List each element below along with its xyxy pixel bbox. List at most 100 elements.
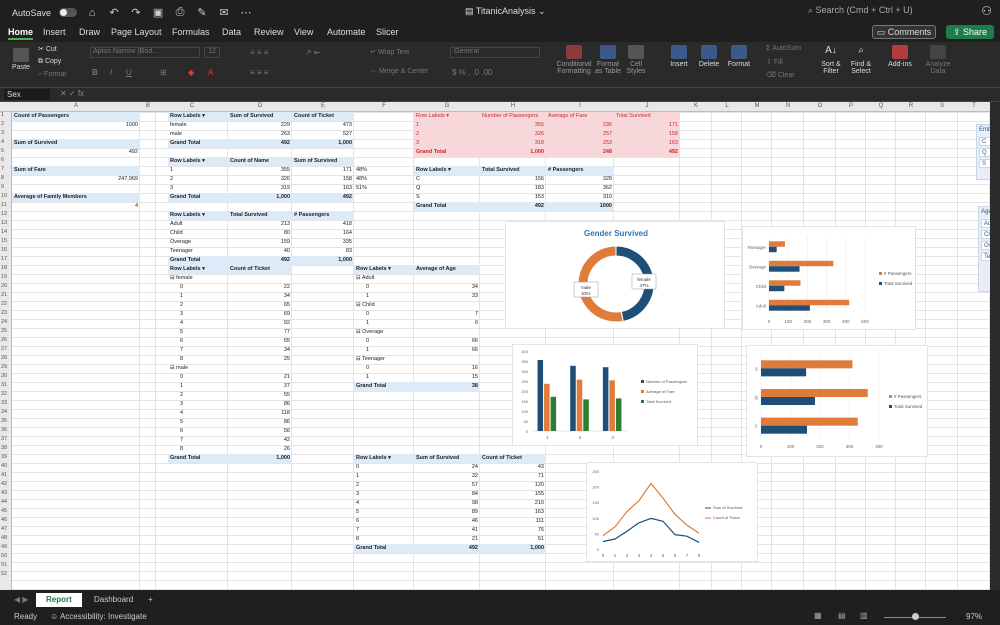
grand-total-cell[interactable]: Grand Total xyxy=(414,148,480,157)
survival-percent-cell[interactable]: 51% xyxy=(354,184,394,193)
pivot-cell[interactable]: 362 xyxy=(546,184,614,193)
row-header-17[interactable]: 17 xyxy=(1,256,7,262)
pivot-cell[interactable]: 253 xyxy=(546,139,614,148)
row-header-45[interactable]: 45 xyxy=(1,508,7,514)
tab-slicer[interactable]: Slicer xyxy=(376,27,399,37)
undo-icon[interactable]: ↶ xyxy=(107,6,121,19)
grand-total-cell[interactable]: 1,000 xyxy=(292,256,354,265)
tab-draw[interactable]: Draw xyxy=(79,27,100,37)
row-header-5[interactable]: 5 xyxy=(1,148,4,154)
pivot-cell[interactable]: 86 xyxy=(228,400,292,409)
pivot-header[interactable]: # Passengers xyxy=(292,211,354,220)
pivot-header[interactable]: Row Labels ▾ xyxy=(414,112,480,121)
tab-nav-arrows-icon[interactable]: ◀ ▶ xyxy=(4,593,39,607)
pivot-cell[interactable]: 319 xyxy=(228,184,292,193)
grand-total-cell[interactable]: 492 xyxy=(228,139,292,148)
pivot-cell[interactable]: 213 xyxy=(228,220,292,229)
row-header-39[interactable]: 39 xyxy=(1,454,7,460)
bold-icon[interactable]: B xyxy=(92,68,98,77)
cut-button[interactable]: ✂ Cut xyxy=(38,45,57,53)
pivot-cell[interactable]: 33 xyxy=(414,292,480,301)
row-header-19[interactable]: 19 xyxy=(1,274,7,280)
pivot-cell[interactable]: 1 xyxy=(168,166,228,175)
pivot-cell[interactable]: 7 xyxy=(178,436,228,445)
pivot-cell[interactable]: 32 xyxy=(414,472,480,481)
pivot-cell[interactable]: 34 xyxy=(228,292,292,301)
pivot-cell[interactable]: 257 xyxy=(546,130,614,139)
summary-survived-label[interactable]: Sum of Survived xyxy=(12,139,140,148)
pivot-header[interactable]: Sum of Survived xyxy=(228,112,292,121)
pivot-cell[interactable]: 319 xyxy=(480,139,546,148)
pivot-cell[interactable]: S xyxy=(414,193,480,202)
row-header-11[interactable]: 11 xyxy=(1,202,7,208)
pivot-cell[interactable]: 156 xyxy=(480,175,546,184)
row-header-1[interactable]: 1 xyxy=(1,112,4,118)
row-header-21[interactable]: 21 xyxy=(1,292,7,298)
column-header-C[interactable]: C xyxy=(190,103,194,109)
worksheet[interactable]: ABCDEFGHIJKLMNOPQRST 1 2 3 4 5 6 7 8 9 10 11 12 13 14… xyxy=(0,102,990,590)
pivot-cell[interactable]: 92 xyxy=(228,319,292,328)
row-header-20[interactable]: 20 xyxy=(1,283,7,289)
grand-total-cell[interactable]: 1,000 xyxy=(292,139,354,148)
pivot-cell[interactable]: 1 xyxy=(364,292,414,301)
age-group-bar-chart[interactable]: 0 100 200 300 400 500 Adult Child Overage Teenage… xyxy=(742,226,916,330)
row-header-50[interactable]: 50 xyxy=(1,553,7,559)
row-header-23[interactable]: 23 xyxy=(1,310,7,316)
sibsp-line-chart[interactable]: 0 50 100 150 200 250 0 1 2 3 4 5 6 7 8 Sum of Survived C… xyxy=(586,462,758,562)
pivot-cell[interactable]: 163 xyxy=(614,139,680,148)
row-header-41[interactable]: 41 xyxy=(1,472,7,478)
pivot-cell[interactable]: 84 xyxy=(414,490,480,499)
pivot-cell[interactable]: 5 xyxy=(178,418,228,427)
pivot-cell[interactable]: 4 xyxy=(354,499,414,508)
currency-icon[interactable]: $ % , .0 .00 xyxy=(452,68,492,77)
pivot-cell[interactable]: 34 xyxy=(228,346,292,355)
pivot-cell[interactable]: 77 xyxy=(228,328,292,337)
pivot-cell[interactable]: 159 xyxy=(228,238,292,247)
pivot-cell[interactable]: 41 xyxy=(414,526,480,535)
gender-survived-chart[interactable]: Gender Survived female 47% male 53% xyxy=(505,221,725,329)
borders-icon[interactable]: ⊞ xyxy=(160,68,167,77)
pivot-cell[interactable]: 111 xyxy=(480,517,546,526)
pivot-cell[interactable]: 236 xyxy=(546,121,614,130)
grand-total-cell[interactable]: Grand Total xyxy=(168,454,228,463)
column-header-S[interactable]: S xyxy=(940,103,944,109)
pivot-cell[interactable]: 158 xyxy=(292,175,354,184)
pivot-cell[interactable]: 2 xyxy=(178,301,228,310)
pivot-cell[interactable]: 418 xyxy=(292,220,354,229)
row-header-49[interactable]: 49 xyxy=(1,544,7,550)
print-icon[interactable]: ⎙ xyxy=(173,6,187,19)
merge-button[interactable]: ⇔ Merge & Center xyxy=(370,68,428,75)
grand-total-cell[interactable]: 248 xyxy=(546,148,614,157)
summary-family-value[interactable]: 4 xyxy=(12,202,140,211)
row-header-29[interactable]: 29 xyxy=(1,364,7,370)
wrap-text-button[interactable]: ↵ Wrap Text xyxy=(370,48,409,56)
pivot-cell[interactable]: 163 xyxy=(292,184,354,193)
analyze-data-button[interactable]: Analyze Data xyxy=(922,45,954,75)
find-select-button[interactable]: ⌕ Find & Select xyxy=(848,45,874,75)
pivot-cell[interactable]: 16 xyxy=(414,364,480,373)
document-title[interactable]: ▤ TitanicAnalysis ⌄ xyxy=(465,6,546,17)
redo-icon[interactable]: ↷ xyxy=(129,6,143,19)
pivot-cell[interactable]: 164 xyxy=(292,229,354,238)
collaborate-icon[interactable]: ⚇ xyxy=(981,4,992,18)
pivot-cell[interactable]: 5 xyxy=(354,508,414,517)
row-header-12[interactable]: 12 xyxy=(1,211,7,217)
row-header-36[interactable]: 36 xyxy=(1,427,7,433)
survival-percent-cell[interactable]: 48% xyxy=(354,166,394,175)
pivot-cell[interactable]: 71 xyxy=(480,472,546,481)
slicer-item[interactable]: Ad xyxy=(981,219,990,228)
pivot-header[interactable]: Row Labels ▾ xyxy=(168,211,228,220)
row-header-47[interactable]: 47 xyxy=(1,526,7,532)
summary-fare-value[interactable]: 247,969 xyxy=(12,175,140,184)
pivot-cell[interactable]: 0 xyxy=(354,463,414,472)
pivot-cell[interactable]: Adult xyxy=(168,220,228,229)
column-header-F[interactable]: F xyxy=(382,103,386,109)
pivot-cell[interactable] xyxy=(414,301,480,310)
name-box[interactable]: Sex xyxy=(4,89,50,100)
pivot-header[interactable]: Number of Passengers xyxy=(480,112,546,121)
row-header-44[interactable]: 44 xyxy=(1,499,7,505)
row-header-24[interactable]: 24 xyxy=(1,319,7,325)
column-header-K[interactable]: K xyxy=(694,103,698,109)
pivot-cell[interactable]: 310 xyxy=(546,193,614,202)
age-slicer[interactable]: Age Ad Ch Ov Te xyxy=(978,206,990,292)
